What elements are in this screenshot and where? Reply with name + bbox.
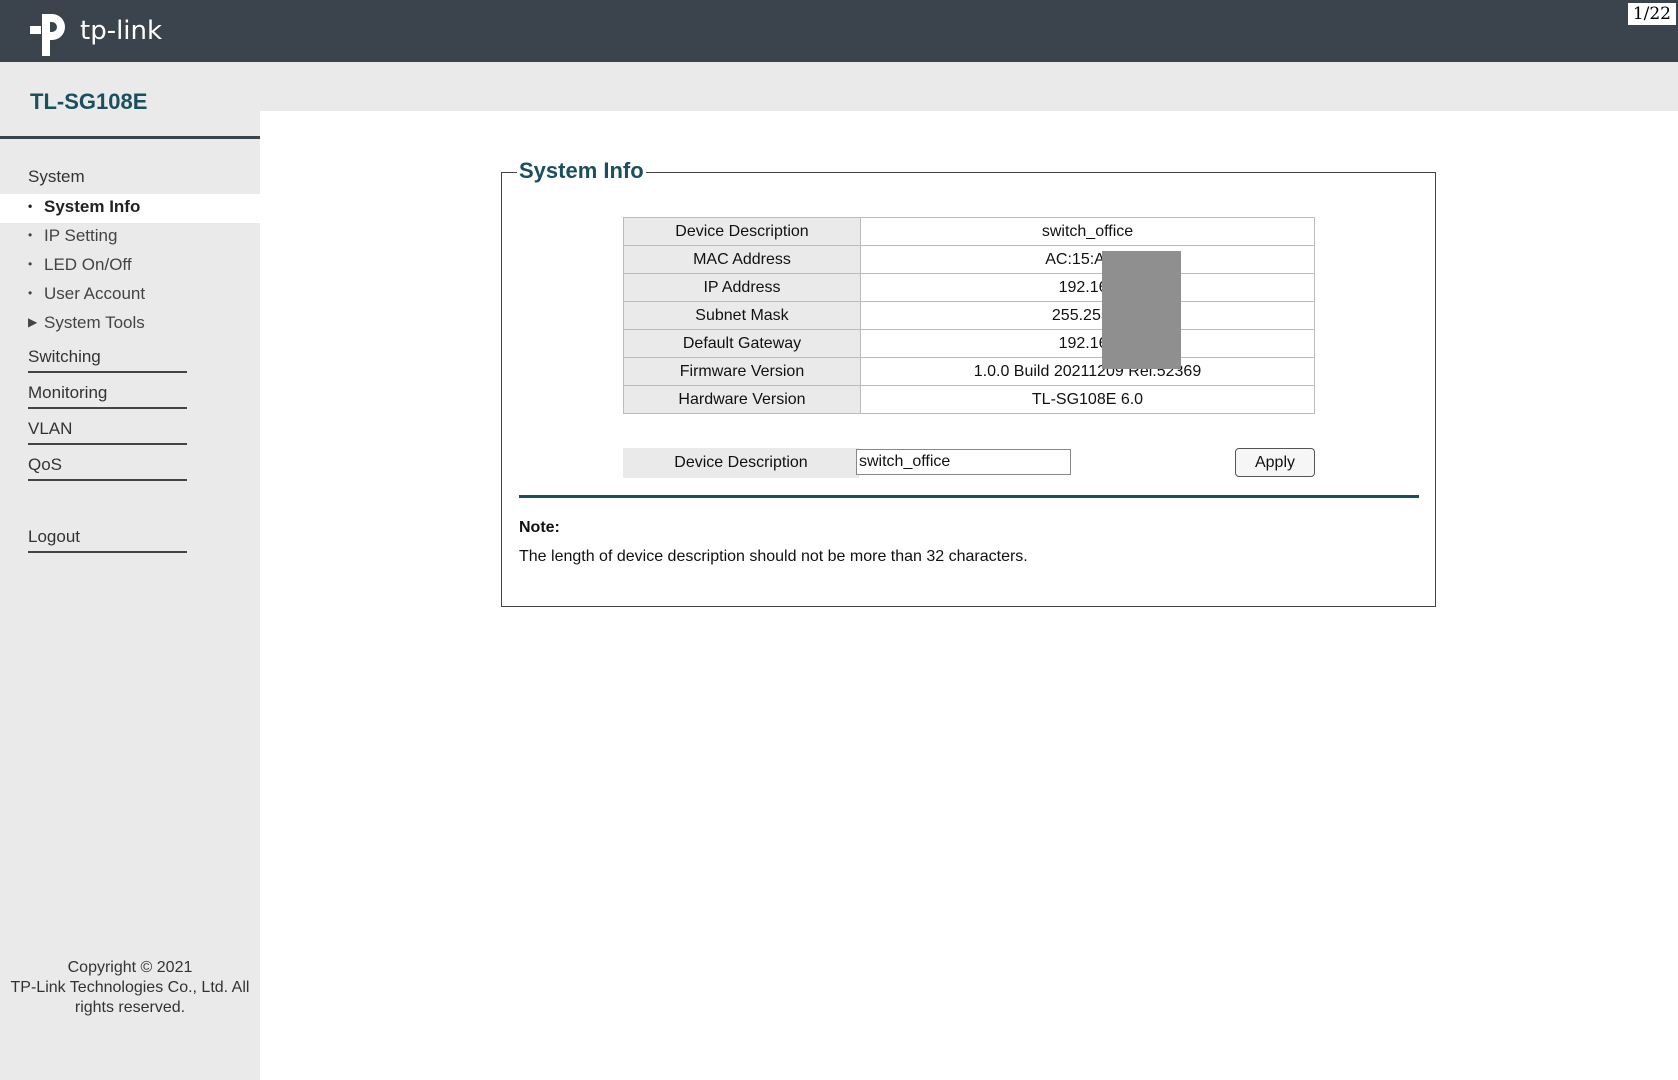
sidebar-item-label: System Info	[44, 197, 141, 216]
table-key: Hardware Version	[623, 385, 861, 414]
table-key: Subnet Mask	[623, 301, 861, 330]
copyright-line: TP-Link Technologies Co., Ltd. All	[10, 979, 250, 996]
sidebar-group-qos[interactable]: QoS	[28, 455, 187, 481]
tp-link-logo: tp-link	[28, 6, 162, 56]
sidebar-divider	[0, 136, 260, 139]
table-row: Firmware Version 1.0.0 Build 20211209 Re…	[623, 357, 1315, 386]
table-value: switch_office	[860, 217, 1315, 246]
note-text: The length of device description should …	[519, 548, 1028, 565]
sidebar-item-system-info[interactable]: • System Info	[28, 197, 140, 217]
bullet-icon: •	[28, 199, 33, 213]
caret-right-icon: ▶	[28, 315, 38, 329]
copyright-line: Copyright © 2021	[67, 959, 193, 976]
table-row: Default Gateway 192.168	[623, 329, 1315, 358]
table-row: Hardware Version TL-SG108E 6.0	[623, 385, 1315, 414]
table-key: IP Address	[623, 273, 861, 302]
sidebar-item-user-account[interactable]: • User Account	[28, 284, 145, 304]
sidebar-item-system-tools[interactable]: ▶ System Tools	[28, 313, 145, 333]
table-row: Subnet Mask 255.255.2	[623, 301, 1315, 330]
tp-link-logo-icon	[30, 14, 65, 56]
table-value: AC:15:A2:C	[860, 245, 1315, 274]
table-key: Device Description	[623, 217, 861, 246]
section-divider	[519, 495, 1419, 498]
sidebar-item-label: IP Setting	[44, 226, 118, 245]
table-value: TL-SG108E 6.0	[860, 385, 1315, 414]
device-description-label: Device Description	[623, 448, 859, 478]
bullet-icon: •	[28, 286, 33, 300]
sidebar-item-label: LED On/Off	[44, 255, 132, 274]
device-description-input[interactable]	[856, 449, 1071, 475]
bullet-icon: •	[28, 257, 33, 271]
copyright: Copyright © 2021 TP-Link Technologies Co…	[0, 958, 260, 1018]
note-title: Note:	[519, 519, 560, 536]
top-header: tp-link 1/22	[0, 0, 1678, 62]
table-value: 192.168	[860, 329, 1315, 358]
sidebar-item-ip-setting[interactable]: • IP Setting	[28, 226, 117, 246]
sidebar-item-label: System Tools	[44, 313, 145, 332]
table-key: MAC Address	[623, 245, 861, 274]
table-value: 1.0.0 Build 20211209 Rel.52369	[860, 357, 1315, 386]
sidebar-item-led-onoff[interactable]: • LED On/Off	[28, 255, 132, 275]
redaction-box	[1102, 251, 1181, 369]
table-key: Firmware Version	[623, 357, 861, 386]
apply-button[interactable]: Apply	[1235, 448, 1315, 477]
table-row: Device Description switch_office	[623, 217, 1315, 246]
table-value: 255.255.2	[860, 301, 1315, 330]
copyright-line: rights reserved.	[74, 999, 186, 1016]
sidebar-logout[interactable]: Logout	[28, 527, 187, 553]
sidebar-group-switching[interactable]: Switching	[28, 347, 187, 373]
tp-link-logo-text: tp-link	[80, 16, 163, 46]
bullet-icon: •	[28, 228, 33, 242]
table-row: MAC Address AC:15:A2:C	[623, 245, 1315, 274]
sidebar-group-vlan[interactable]: VLAN	[28, 419, 187, 445]
sidebar-group-monitoring[interactable]: Monitoring	[28, 383, 187, 409]
sidebar-section-system[interactable]: System	[28, 167, 85, 187]
system-info-table: Device Description switch_office MAC Add…	[623, 217, 1315, 414]
page-counter: 1/22	[1627, 3, 1676, 25]
table-row: IP Address 192.168	[623, 273, 1315, 302]
panel-title: System Info	[517, 158, 646, 184]
model-bar	[0, 62, 1678, 111]
table-key: Default Gateway	[623, 329, 861, 358]
table-value: 192.168	[860, 273, 1315, 302]
sidebar-item-label: User Account	[44, 284, 146, 303]
